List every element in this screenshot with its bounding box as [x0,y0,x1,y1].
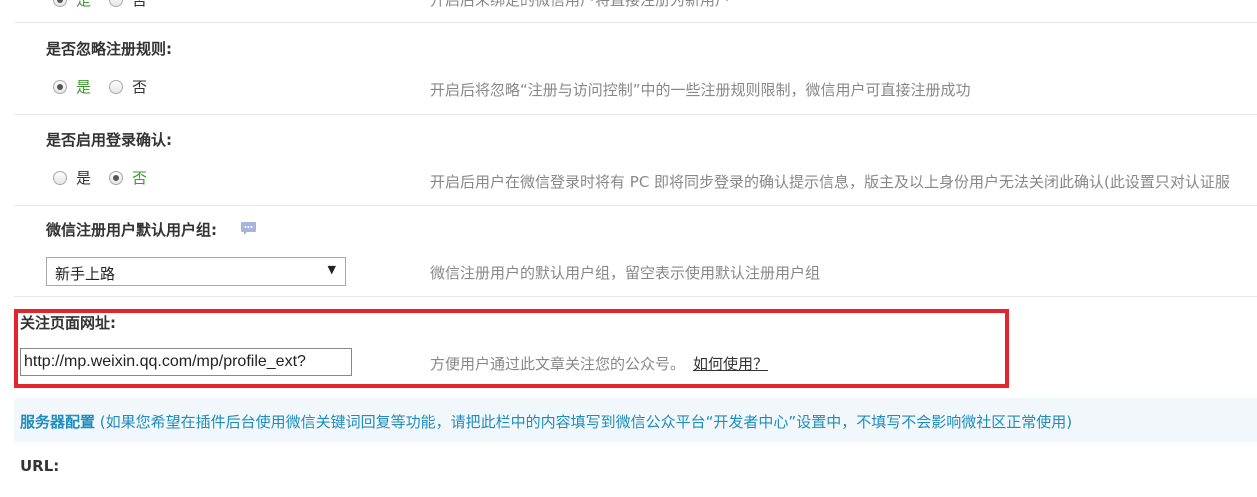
ignore-rules-radio-no[interactable] [109,79,124,94]
ignore-rules-radio-yes[interactable] [53,79,67,94]
default-group-selected-value: 新手上路 [55,265,116,283]
top-radio-yes-label: 是 [76,0,92,9]
url-label: URL: [20,457,60,475]
server-config-banner: 服务器配置 (如果您希望在插件后台使用微信关键词回复等功能，请把此栏中的内容填写… [14,398,1257,442]
ignore-rules-yes-label: 是 [76,78,92,96]
top-radio-no[interactable] [109,0,124,7]
default-group-select[interactable]: 新手上路 ▼ [46,257,346,286]
ignore-rules-no-label: 否 [132,78,148,96]
ignore-rules-description: 开启后将忽略“注册与访问控制”中的一些注册规则限制，微信用户可直接注册成功 [430,81,971,99]
top-description: 开启后未绑定的微信用户将直接注册为新用户 [430,0,731,9]
divider [14,296,1257,297]
top-radio-no-label: 否 [132,0,148,9]
divider [14,114,1257,115]
login-confirm-description: 开启后用户在微信登录时将有 PC 即将同步登录的确认提示信息，版主及以上身份用户… [430,173,1230,191]
login-confirm-yes-label: 是 [76,169,92,187]
divider [14,22,1257,23]
login-confirm-radio-yes[interactable] [53,170,67,185]
server-config-description: (如果您希望在插件后台使用微信关键词回复等功能，请把此栏中的内容填写到微信公众平… [99,413,1073,431]
dropdown-arrow-icon: ▼ [327,263,336,276]
divider [14,205,1257,206]
ignore-rules-label: 是否忽略注册规则: [46,40,172,58]
ignore-rules-radio-group: 是 否 [53,76,165,97]
login-confirm-radio-group: 是 否 [53,167,165,188]
server-config-title: 服务器配置 [20,413,96,431]
login-confirm-label: 是否启用登录确认: [46,131,172,149]
top-radio-group: 是 否 [53,0,165,10]
comment-help-icon[interactable] [240,220,257,237]
login-confirm-radio-no[interactable] [109,170,124,185]
server-config-text: 服务器配置 (如果您希望在插件后台使用微信关键词回复等功能，请把此栏中的内容填写… [20,411,1072,432]
default-group-description: 微信注册用户的默认用户组，留空表示使用默认注册用户组 [430,264,821,282]
login-confirm-no-label: 否 [132,169,148,187]
highlight-box [14,309,1009,388]
top-radio-yes[interactable] [53,0,67,7]
default-group-label: 微信注册用户默认用户组: [46,221,217,239]
